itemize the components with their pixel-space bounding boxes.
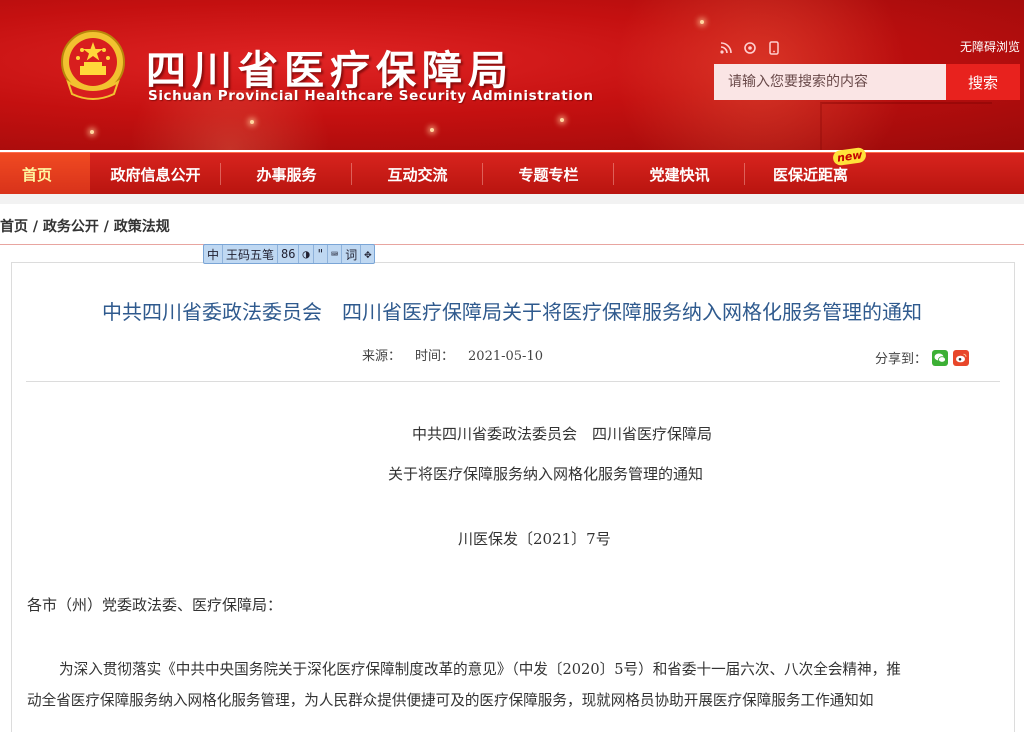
nav-item-interaction[interactable]: 互动交流 — [352, 153, 483, 195]
source-label: 来源： — [362, 349, 402, 364]
header-sparkle — [250, 120, 254, 124]
nav-item-services[interactable]: 办事服务 — [221, 153, 352, 195]
ime-toolbar: 中 王码五笔 86 ◑ " ⌨ 词 ✥ — [203, 244, 376, 264]
accessible-browse-link[interactable]: 无障碍浏览 — [960, 38, 1020, 55]
site-title: 四川省医疗保障局 — [146, 48, 514, 94]
nav-item-label: 党建快讯 — [649, 165, 710, 184]
nav-item-label: 专题专栏 — [518, 165, 579, 184]
breadcrumb: 首页 / 政务公开 / 政策法规 — [0, 216, 170, 236]
header-sparkle — [700, 20, 704, 24]
time-value: 2021-05-10 — [468, 349, 543, 364]
header-utility-icons — [718, 40, 782, 56]
search-input[interactable] — [726, 73, 934, 91]
breadcrumb-home[interactable]: 首页 — [0, 219, 28, 235]
national-emblem-icon — [61, 30, 125, 100]
nav-item-label: 政府信息公开 — [110, 165, 201, 184]
site-subtitle: Sichuan Provincial Healthcare Security A… — [148, 88, 594, 104]
new-badge: new — [832, 146, 868, 167]
share-bar: 分享到： — [875, 348, 970, 367]
nav-item-home[interactable]: 首页 — [0, 153, 90, 195]
nav-item-gov-info[interactable]: 政府信息公开 — [90, 153, 221, 195]
rss-icon[interactable] — [718, 40, 734, 56]
nav-item-party-news[interactable]: 党建快讯 — [614, 153, 745, 195]
breadcrumb-separator: / — [98, 219, 114, 235]
search-button[interactable]: 搜索 — [946, 64, 1020, 100]
mobile-icon[interactable] — [766, 40, 782, 56]
header-sparkle — [90, 130, 94, 134]
article-meta: 来源： 时间： 2021-05-10 — [362, 345, 543, 364]
breadcrumb-divider — [0, 244, 1024, 245]
meta-divider — [26, 381, 1000, 382]
breadcrumb-separator: / — [28, 219, 43, 235]
doc-issuers: 中共四川省委政法委员会 四川省医疗保障局 — [412, 425, 713, 443]
settings-icon[interactable] — [742, 40, 758, 56]
word-icon[interactable]: 词 — [342, 245, 362, 263]
share-label: 分享到： — [875, 352, 928, 367]
header-decoration — [820, 102, 992, 150]
doc-number: 川医保发〔2021〕7号 — [458, 530, 611, 548]
search-box — [714, 64, 946, 100]
wechat-share-icon[interactable] — [932, 349, 949, 366]
nav-item-close-medical[interactable]: 医保近距离 new — [745, 146, 876, 195]
header-sparkle — [430, 128, 434, 132]
breadcrumb-policy[interactable]: 政策法规 — [114, 219, 170, 235]
doc-heading: 关于将医疗保障服务纳入网格化服务管理的通知 — [388, 465, 704, 483]
doc-paragraph-line: 动全省医疗保障服务纳入网格化服务管理，为人民群众提供便捷可及的医疗保障服务，现就… — [27, 692, 874, 709]
ime-version: 86 — [278, 245, 300, 263]
doc-paragraph-line: 为深入贯彻落实《中共中央国务院关于深化医疗保障制度改革的意见》（中发〔2020〕… — [59, 661, 901, 678]
weibo-share-icon[interactable] — [953, 349, 970, 366]
nav-item-label: 办事服务 — [256, 165, 317, 184]
punctuation-icon[interactable]: " — [314, 245, 328, 263]
ime-lang-toggle[interactable]: 中 — [204, 245, 224, 263]
time-label: 时间： — [415, 349, 455, 364]
nav-item-label: 医保近距离 — [772, 165, 848, 184]
site-header: 四川省医疗保障局 Sichuan Provincial Healthcare S… — [0, 0, 1024, 150]
move-icon[interactable]: ✥ — [361, 245, 374, 263]
nav-shadow — [0, 194, 1024, 204]
nav-item-label: 首页 — [22, 165, 53, 184]
half-full-width-icon[interactable]: ◑ — [299, 245, 314, 263]
doc-salutation: 各市（州）党委政法委、医疗保障局： — [27, 596, 283, 614]
breadcrumb-gov-affairs[interactable]: 政务公开 — [43, 219, 99, 235]
ime-name[interactable]: 王码五笔 — [223, 245, 279, 263]
nav-item-label: 互动交流 — [387, 165, 448, 184]
header-sparkle — [560, 118, 564, 122]
nav-item-topics[interactable]: 专题专栏 — [483, 153, 614, 195]
keyboard-icon[interactable]: ⌨ — [328, 245, 343, 263]
main-nav: 首页 政府信息公开 办事服务 互动交流 专题专栏 党建快讯 医保近距离 new — [0, 146, 1024, 195]
article-title: 中共四川省委政法委员会 四川省医疗保障局关于将医疗保障服务纳入网格化服务管理的通… — [102, 300, 922, 324]
